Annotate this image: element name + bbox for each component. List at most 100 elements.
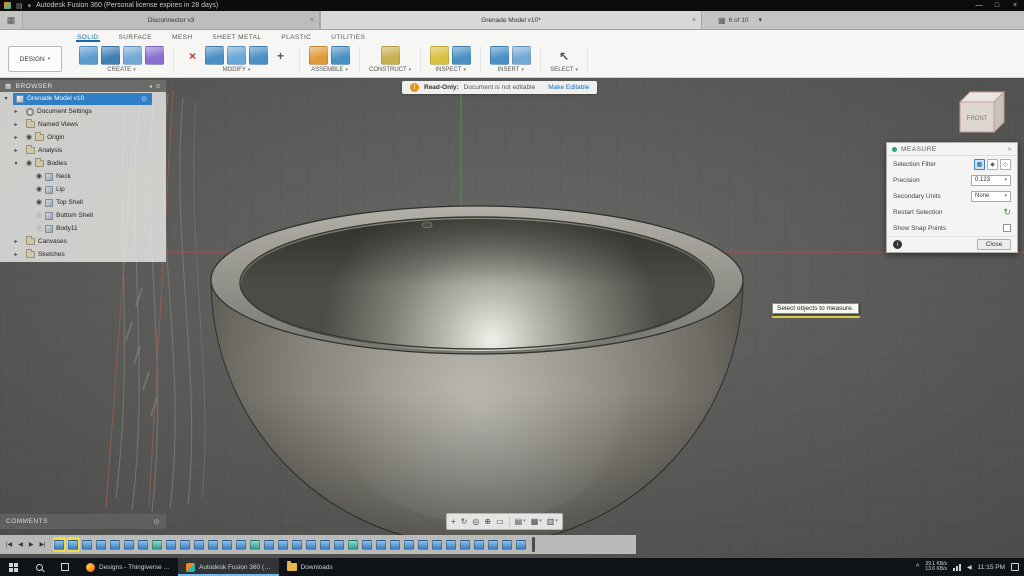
play-button[interactable]: ▶ — [26, 541, 37, 548]
collapse-panel-icon[interactable]: ◂ — [149, 83, 153, 90]
maximize-button[interactable]: □ — [988, 2, 1006, 9]
extrude-icon[interactable] — [101, 46, 120, 65]
disclosure-icon[interactable]: ▸ — [12, 121, 20, 128]
browser-row-grenade-model-v10[interactable]: ▾Grenade Model v10⊙ — [0, 92, 166, 105]
filter-face-icon[interactable]: ◆ — [987, 159, 998, 170]
timeline-feature-17[interactable] — [277, 537, 290, 552]
visibility-eye-icon[interactable]: ◉ — [36, 173, 42, 180]
timeline-feature-33[interactable] — [501, 537, 514, 552]
timeline-feature-7[interactable] — [137, 537, 150, 552]
shell-icon[interactable] — [249, 46, 268, 65]
new-component-icon[interactable] — [309, 46, 328, 65]
section-analysis-icon[interactable] — [452, 46, 471, 65]
workspace-selector[interactable]: DESIGN ▾ — [8, 46, 62, 72]
browser-row-canvases[interactable]: ▸Canvases — [0, 235, 166, 248]
browser-row-bottom-shell[interactable]: ◎Bottom Shell — [0, 209, 166, 222]
disclosure-icon[interactable]: ▸ — [12, 238, 20, 245]
visibility-eye-icon[interactable]: ◎ — [36, 212, 42, 219]
measure-icon[interactable] — [430, 46, 449, 65]
disclosure-icon[interactable]: ▾ — [2, 95, 10, 102]
show-snap-points-checkbox[interactable] — [1003, 224, 1011, 232]
menu-caret-icon[interactable]: ▾ — [28, 2, 32, 10]
expand-panel-icon[interactable]: » — [1008, 146, 1012, 153]
timeline-feature-10[interactable] — [179, 537, 192, 552]
fit-icon[interactable]: ▭ — [496, 518, 504, 526]
timeline-feature-24[interactable] — [375, 537, 388, 552]
menu-icon[interactable]: ▤ — [16, 2, 23, 10]
timeline-feature-26[interactable] — [403, 537, 416, 552]
timeline-feature-31[interactable] — [473, 537, 486, 552]
disclosure-icon[interactable]: ▸ — [12, 251, 20, 258]
restart-selection-icon[interactable]: ↻ — [1003, 208, 1011, 217]
timeline-feature-20[interactable] — [319, 537, 332, 552]
taskbar-app-autodesk-fusion-360[interactable]: Autodesk Fusion 360 (… — [178, 558, 279, 576]
browser-row-bodies[interactable]: ▾◉Bodies — [0, 157, 166, 170]
toolbar-group-label-inspect[interactable]: INSPECT▾ — [435, 67, 466, 73]
fillet-icon[interactable] — [227, 46, 246, 65]
timeline-feature-1[interactable] — [53, 537, 66, 552]
timeline-feature-23[interactable] — [361, 537, 374, 552]
visibility-eye-icon[interactable]: ◎ — [36, 225, 42, 232]
precision-select[interactable]: 0.123 ▾ — [971, 175, 1011, 186]
delete-icon[interactable]: × — [183, 46, 202, 65]
timeline-feature-34[interactable] — [515, 537, 528, 552]
new-solid-icon[interactable] — [79, 46, 98, 65]
visibility-eye-icon[interactable]: ◉ — [36, 199, 42, 206]
panel-handle-icon[interactable]: ⊙ — [155, 83, 161, 90]
ribbon-tab-utilities[interactable]: UTILITIES — [330, 32, 366, 42]
timeline-playhead[interactable] — [532, 537, 535, 552]
toolbar-group-label-modify[interactable]: MODIFY▾ — [223, 67, 251, 73]
timeline-feature-5[interactable] — [109, 537, 122, 552]
tab-close-icon[interactable]: × — [692, 17, 696, 24]
document-tab-grenade-model[interactable]: Grenade Model v10* × — [320, 11, 702, 29]
tray-overflow-chevron[interactable]: ^ — [916, 564, 919, 571]
action-center-icon[interactable] — [1011, 563, 1019, 571]
info-icon[interactable]: i — [893, 240, 902, 249]
browser-panel-header[interactable]: ▦ BROWSER ◂ ⊙ — [0, 80, 166, 92]
insert-mesh-icon[interactable] — [490, 46, 509, 65]
timeline-feature-32[interactable] — [487, 537, 500, 552]
ribbon-tab-plastic[interactable]: PLASTIC — [280, 32, 312, 42]
timeline-feature-15[interactable] — [249, 537, 262, 552]
secondary-units-select[interactable]: None ▾ — [971, 191, 1011, 202]
timeline-feature-2[interactable] — [67, 537, 80, 552]
network-icon[interactable] — [953, 564, 961, 571]
clock[interactable]: 11:15 PM — [978, 564, 1005, 571]
taskbar-app-designs-thingiverse[interactable]: Designs - Thingiverse … — [78, 558, 178, 576]
timeline-feature-14[interactable] — [235, 537, 248, 552]
tab-overflow-chevron[interactable]: ▾ — [758, 11, 762, 29]
revolve-icon[interactable] — [123, 46, 142, 65]
browser-row-document-settings[interactable]: ▸Document Settings — [0, 105, 166, 118]
timeline-feature-28[interactable] — [431, 537, 444, 552]
document-counter[interactable]: ▦ 6 of 10 — [718, 11, 748, 29]
comments-bar[interactable]: COMMENTS ⊙ — [0, 514, 166, 529]
data-panel-toggle[interactable]: ▦ — [0, 11, 22, 29]
taskbar-search-button[interactable] — [26, 558, 52, 576]
ribbon-tab-surface[interactable]: SURFACE — [118, 32, 154, 42]
step-back-button[interactable]: ◀ — [15, 541, 26, 548]
visibility-eye-icon[interactable]: ◉ — [36, 186, 42, 193]
browser-row-top-shell[interactable]: ◉Top Shell — [0, 196, 166, 209]
toolbar-group-label-insert[interactable]: INSERT▾ — [497, 67, 523, 73]
timeline-feature-19[interactable] — [305, 537, 318, 552]
close-measure-button[interactable]: Close — [977, 239, 1011, 250]
timeline-feature-6[interactable] — [123, 537, 136, 552]
select-icon[interactable]: ↖ — [555, 46, 574, 65]
timeline-feature-8[interactable] — [151, 537, 164, 552]
browser-row-origin[interactable]: ▸◉Origin — [0, 131, 166, 144]
insert-canvas-icon[interactable] — [512, 46, 531, 65]
toolbar-group-label-select[interactable]: SELECT▾ — [550, 67, 578, 73]
toolbar-group-label-assemble[interactable]: ASSEMBLE▾ — [311, 67, 348, 73]
toolbar-group-label-create[interactable]: CREATE▾ — [107, 67, 135, 73]
browser-row-sketches[interactable]: ▸Sketches — [0, 248, 166, 261]
joint-icon[interactable] — [331, 46, 350, 65]
measure-dialog-header[interactable]: MEASURE » — [887, 143, 1017, 156]
document-tab-disconnector[interactable]: Disconnector v3 × — [22, 11, 320, 29]
toolbar-group-label-construct[interactable]: CONSTRUCT▾ — [369, 67, 411, 73]
taskbar-app-downloads[interactable]: Downloads — [279, 558, 341, 576]
filter-body-icon[interactable]: ▦ — [974, 159, 985, 170]
look-at-icon[interactable]: ◎ — [472, 518, 479, 526]
filter-edge-icon[interactable]: ◇ — [1000, 159, 1011, 170]
disclosure-icon[interactable]: ▸ — [12, 134, 20, 141]
component-activate-icon[interactable]: ⊙ — [141, 95, 149, 103]
